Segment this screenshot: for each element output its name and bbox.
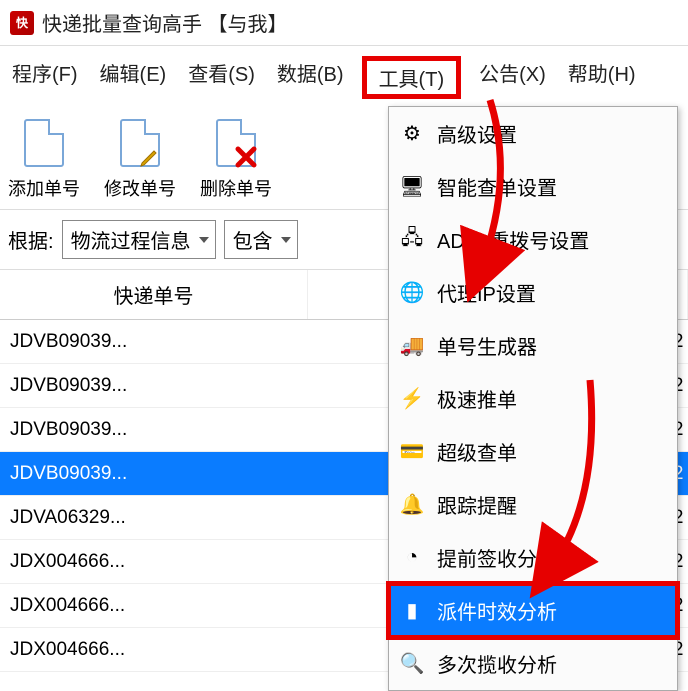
menu-item-label: 高级设置 bbox=[437, 119, 517, 148]
menu-view[interactable]: 查看(S) bbox=[184, 56, 259, 99]
cell-tracking: JDVB09039... bbox=[0, 364, 308, 408]
gear-icon: ⚙ bbox=[399, 121, 425, 147]
filter-field-select[interactable]: 物流过程信息 bbox=[62, 220, 216, 259]
menu-data[interactable]: 数据(B) bbox=[273, 56, 348, 99]
card-icon: 💳 bbox=[399, 439, 425, 465]
menu-item-network[interactable]: 🖧 ADSL重拨号设置 bbox=[389, 213, 677, 266]
globe-icon: 🌐 bbox=[399, 280, 425, 306]
monitor-icon: 🖥 bbox=[399, 174, 425, 200]
tools-dropdown: ⚙ 高级设置 🖥 智能查单设置 🖧 ADSL重拨号设置 🌐 代理IP设置 🚚 单号生成器 ⚡ 极速推单… bbox=[388, 106, 678, 691]
menu-item-card[interactable]: 💳 超级查单 bbox=[389, 425, 677, 478]
menu-item-label: 单号生成器 bbox=[437, 331, 537, 360]
edit-button[interactable]: 修改单号 bbox=[104, 115, 176, 201]
app-icon: 快 bbox=[10, 11, 34, 35]
chart-bar-icon: ▮ bbox=[399, 598, 425, 624]
document-icon bbox=[20, 115, 68, 171]
edit-label: 修改单号 bbox=[104, 175, 176, 201]
truck-icon: 🚚 bbox=[399, 333, 425, 359]
delete-button[interactable]: 删除单号 bbox=[200, 115, 272, 201]
menu-item-label: 智能查单设置 bbox=[437, 172, 557, 201]
title-bar: 快 快递批量查询高手 【与我】 bbox=[0, 0, 688, 46]
cell-tracking: JDVA06329... bbox=[0, 496, 308, 540]
delete-label: 删除单号 bbox=[200, 175, 272, 201]
menu-bar: 程序(F) 编辑(E) 查看(S) 数据(B) 工具(T) 公告(X) 帮助(H… bbox=[0, 46, 688, 111]
filter-label: 根据: bbox=[8, 225, 54, 254]
lightning-icon: ⚡ bbox=[399, 386, 425, 412]
menu-item-search[interactable]: 🔍 多次揽收分析 bbox=[389, 637, 677, 690]
cell-tracking: JDX004666... bbox=[0, 540, 308, 584]
menu-item-lightning[interactable]: ⚡ 极速推单 bbox=[389, 372, 677, 425]
cell-tracking: JDVB09039... bbox=[0, 408, 308, 452]
document-delete-icon bbox=[212, 115, 260, 171]
menu-item-label: 超级查单 bbox=[437, 437, 517, 466]
menu-item-label: 跟踪提醒 bbox=[437, 490, 517, 519]
document-edit-icon bbox=[116, 115, 164, 171]
cell-tracking: JDX004666... bbox=[0, 584, 308, 628]
window-title: 快递批量查询高手 【与我】 bbox=[42, 8, 288, 37]
menu-item-label: 派件时效分析 bbox=[437, 596, 557, 625]
menu-item-gear[interactable]: ⚙ 高级设置 bbox=[389, 107, 677, 160]
search-icon: 🔍 bbox=[399, 651, 425, 677]
filter-op-select[interactable]: 包含 bbox=[224, 220, 298, 259]
menu-tools[interactable]: 工具(T) bbox=[362, 56, 462, 99]
menu-edit[interactable]: 编辑(E) bbox=[96, 56, 171, 99]
menu-item-label: 多次揽收分析 bbox=[437, 649, 557, 678]
menu-item-bell[interactable]: 🔔 跟踪提醒 bbox=[389, 478, 677, 531]
menu-item-truck[interactable]: 🚚 单号生成器 bbox=[389, 319, 677, 372]
chart-pie-icon: ◔ bbox=[399, 545, 425, 571]
cell-tracking: JDVB09039... bbox=[0, 320, 308, 364]
menu-item-label: 极速推单 bbox=[437, 384, 517, 413]
menu-item-label: ADSL重拨号设置 bbox=[437, 225, 589, 254]
cell-tracking: JDVB09039... bbox=[0, 452, 308, 496]
menu-item-chart-bar[interactable]: ▮ 派件时效分析 bbox=[389, 584, 677, 637]
menu-item-globe[interactable]: 🌐 代理IP设置 bbox=[389, 266, 677, 319]
menu-help[interactable]: 帮助(H) bbox=[564, 56, 640, 99]
network-icon: 🖧 bbox=[399, 227, 425, 253]
menu-item-label: 提前签收分析 bbox=[437, 543, 557, 572]
menu-announce[interactable]: 公告(X) bbox=[475, 56, 550, 99]
cell-tracking: JDX004666... bbox=[0, 628, 308, 672]
add-label: 添加单号 bbox=[8, 175, 80, 201]
add-button[interactable]: 添加单号 bbox=[8, 115, 80, 201]
menu-program[interactable]: 程序(F) bbox=[8, 56, 82, 99]
menu-item-chart-pie[interactable]: ◔ 提前签收分析 bbox=[389, 531, 677, 584]
menu-item-label: 代理IP设置 bbox=[437, 278, 536, 307]
bell-icon: 🔔 bbox=[399, 492, 425, 518]
col-header-tracking[interactable]: 快递单号 bbox=[0, 270, 308, 320]
menu-item-monitor[interactable]: 🖥 智能查单设置 bbox=[389, 160, 677, 213]
